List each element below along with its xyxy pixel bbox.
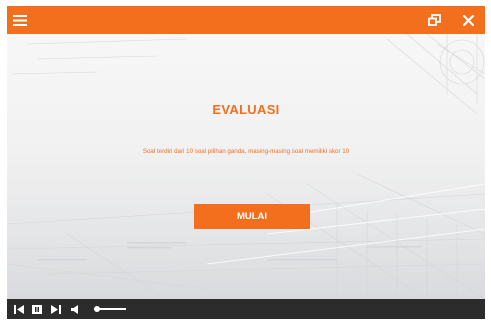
hamburger-menu-icon[interactable]	[12, 6, 28, 34]
volume-slider-handle[interactable]	[94, 306, 101, 312]
restore-window-icon[interactable]	[425, 6, 443, 34]
volume-icon[interactable]	[71, 299, 79, 319]
page-title: EVALUASI	[212, 102, 280, 117]
top-bar	[7, 6, 485, 34]
skip-forward-icon[interactable]	[51, 299, 61, 319]
start-button[interactable]: MULAI	[194, 204, 310, 229]
evaluation-screen: EVALUASI Soal terdiri dari 10 soal pilih…	[7, 34, 485, 299]
app-window: EVALUASI Soal terdiri dari 10 soal pilih…	[7, 6, 485, 319]
player-controls-bar	[7, 299, 485, 319]
background-sketch-decoration	[7, 34, 485, 299]
skip-back-icon[interactable]	[14, 299, 24, 319]
instructions-text: Soal terdiri dari 10 soal pilihan ganda,…	[142, 148, 350, 155]
pause-icon[interactable]	[32, 299, 42, 319]
close-icon[interactable]	[459, 6, 477, 34]
